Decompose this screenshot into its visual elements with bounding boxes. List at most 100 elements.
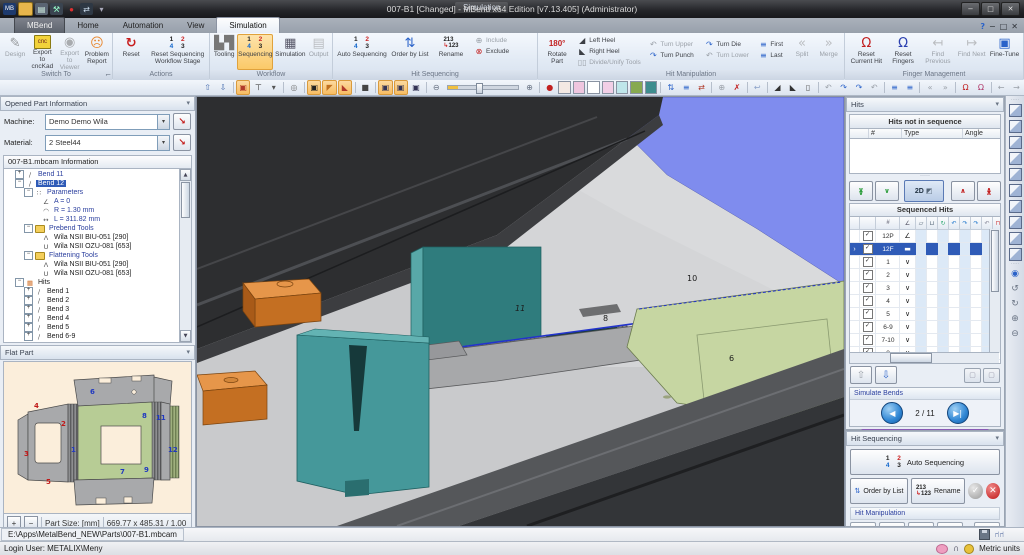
show-machine-icon[interactable]: ■ — [358, 80, 372, 95]
pin-icon[interactable]: ▾ — [186, 97, 190, 110]
window-layout-2-icon[interactable]: ▣ — [394, 80, 408, 95]
hit-option-cell[interactable] — [916, 295, 927, 307]
sequenced-hit-row[interactable]: ✓4∨ — [850, 295, 1000, 308]
row-selector[interactable] — [850, 269, 860, 281]
turn-die-icon[interactable]: ↷ — [852, 80, 866, 95]
turn-punch-button[interactable]: ↷Turn Punch — [646, 50, 701, 61]
hit-option-cell[interactable] — [960, 243, 971, 255]
hit-checkbox[interactable]: ✓ — [863, 270, 873, 280]
tree-item[interactable]: ΛWila NSII BIU-051 [290] — [4, 260, 191, 269]
hit-checkbox[interactable]: ✓ — [863, 244, 873, 254]
ribbon-minimize-icon[interactable]: − — [989, 22, 996, 31]
tab-automation[interactable]: Automation — [111, 18, 175, 33]
switch-window-icon[interactable]: ⇄ — [80, 3, 93, 15]
open-file-icon[interactable] — [18, 2, 33, 16]
sequenced-hit-row[interactable]: ✓2∨ — [850, 269, 1000, 282]
shading-menu-icon[interactable]: ◎ — [287, 80, 301, 95]
color-swatch[interactable] — [645, 81, 657, 94]
merge-button[interactable]: »Merge — [815, 34, 842, 70]
hit-checkbox[interactable]: ✓ — [863, 283, 873, 293]
hit-option-cell[interactable] — [927, 321, 938, 333]
sequenced-hit-row[interactable]: ✓3∨ — [850, 282, 1000, 295]
cancel-button[interactable]: ✕ — [986, 483, 1000, 499]
split-button[interactable]: «Split — [790, 34, 815, 70]
row-selector[interactable] — [850, 256, 860, 268]
ribbon-close-icon[interactable]: ✕ — [1011, 22, 1018, 31]
color-swatch[interactable] — [602, 81, 614, 94]
auto-sequencing-icon[interactable]: ⇅ — [664, 80, 678, 95]
hit-option-cell[interactable] — [916, 269, 927, 281]
toolbar-grip[interactable]: ····· — [1011, 98, 1019, 102]
record-icon[interactable]: ● — [65, 3, 78, 15]
help-icon[interactable]: ? — [980, 22, 985, 31]
hit-option-cell[interactable] — [938, 321, 949, 333]
tree-item[interactable]: +∕Bend 6-9 — [4, 332, 191, 341]
hit-option-cell[interactable] — [971, 269, 982, 281]
tree-expander-icon[interactable]: − — [15, 179, 24, 188]
sequenced-scrollbar-horizontal[interactable] — [850, 352, 999, 363]
turn-punch-icon[interactable]: ↷ — [837, 80, 851, 95]
hit-option-cell[interactable] — [916, 243, 927, 255]
hit-option-cell[interactable] — [916, 256, 927, 268]
move-hit-up-button[interactable]: ⇧ — [850, 366, 872, 384]
hit-option-cell[interactable] — [938, 334, 949, 346]
show-part-icon[interactable]: ▣ — [307, 80, 321, 95]
color-swatch[interactable] — [616, 81, 628, 94]
record-icon[interactable]: ● — [543, 80, 557, 95]
color-swatch[interactable] — [587, 81, 599, 94]
export-icon[interactable]: ▤ — [35, 3, 48, 15]
dialog-launcher-icon[interactable]: ⌐ — [105, 71, 111, 79]
hit-option-cell[interactable] — [938, 269, 949, 281]
include-button[interactable]: ⊕Include — [472, 35, 511, 46]
tree-item[interactable]: −Prebend Tools — [4, 224, 191, 233]
tree-expander-icon[interactable]: − — [24, 251, 33, 260]
hit-option-cell[interactable] — [938, 295, 949, 307]
order-by-list-panel-button[interactable]: ⇅Order by List — [850, 478, 908, 504]
hit-option-cell[interactable] — [927, 282, 938, 294]
current-hit-view-icon[interactable]: ▣ — [236, 80, 250, 95]
export-to-cnckad-button[interactable]: cncExport to cncKad — [29, 34, 55, 70]
reset-fingers-button[interactable]: ΩReset Fingers — [887, 34, 920, 70]
left-heel-button[interactable]: ◢Left Heel — [575, 35, 645, 46]
tree-item[interactable]: −Flattening Tools — [4, 251, 191, 260]
hit-option-cell[interactable] — [960, 321, 971, 333]
sequenced-hit-row[interactable]: ✓7-10∨⊓ — [850, 334, 1000, 347]
tree-item[interactable]: +∕Bend 5 — [4, 323, 191, 332]
3d-viewport[interactable]: 10 8 11 6 — [196, 96, 845, 527]
pan-view-icon[interactable]: ↻ — [1009, 297, 1022, 310]
hit-option-cell[interactable] — [938, 256, 949, 268]
sequenced-hit-row[interactable]: ›✓12F▬ — [850, 243, 1000, 256]
hit-option-cell[interactable] — [927, 295, 938, 307]
sequenced-hit-row[interactable]: ✓6-9∨⊓ — [850, 321, 1000, 334]
tree-item[interactable]: +∕Bend 1 — [4, 287, 191, 296]
pin-icon[interactable]: ▾ — [186, 346, 190, 359]
last-button[interactable]: ≡Last — [756, 50, 788, 61]
exclude-button[interactable]: ⊗Exclude — [472, 46, 511, 57]
hit-option-cell[interactable] — [960, 230, 971, 242]
hit-option-cell[interactable] — [949, 334, 960, 346]
tree-item[interactable]: ◠R = 1.30 mm — [4, 206, 191, 215]
view-iso-1-icon[interactable] — [1009, 104, 1022, 117]
ribbon-restore-icon[interactable]: □ — [1000, 22, 1008, 31]
tree-item[interactable]: ΛWila NSII BIU-051 [290] — [4, 233, 191, 242]
tree-expander-icon[interactable]: + — [24, 332, 33, 341]
sequenced-hit-row[interactable]: ✓12P∠ — [850, 230, 1000, 243]
tree-item[interactable]: UWila NSII OZU-081 [653] — [4, 242, 191, 251]
rotate-view-icon[interactable]: ↺ — [1009, 282, 1022, 295]
hit-option-cell[interactable] — [971, 282, 982, 294]
tree-item[interactable]: +∕Bend 3 — [4, 305, 191, 314]
auto-sequencing-panel-button[interactable]: 1243 Auto Sequencing — [850, 449, 1000, 475]
turn-lower-icon[interactable]: ↶ — [867, 80, 881, 95]
hit-option-cell[interactable] — [960, 295, 971, 307]
hit-option-cell[interactable] — [960, 308, 971, 320]
exclude-hit-icon[interactable]: ✗ — [730, 80, 744, 95]
machine-goto-icon[interactable]: ↘ — [173, 113, 191, 130]
clear-selection-button[interactable]: ▢ — [983, 368, 1000, 383]
orbit-icon[interactable]: ◉ — [1009, 267, 1022, 280]
view-iso-4-icon[interactable] — [1009, 248, 1022, 261]
turn-upper-icon[interactable]: ↶ — [821, 80, 835, 95]
color-swatch[interactable] — [630, 81, 642, 94]
tree-expander-icon[interactable]: + — [24, 305, 33, 314]
hit-option-cell[interactable] — [949, 230, 960, 242]
material-goto-icon[interactable]: ↘ — [173, 134, 191, 151]
